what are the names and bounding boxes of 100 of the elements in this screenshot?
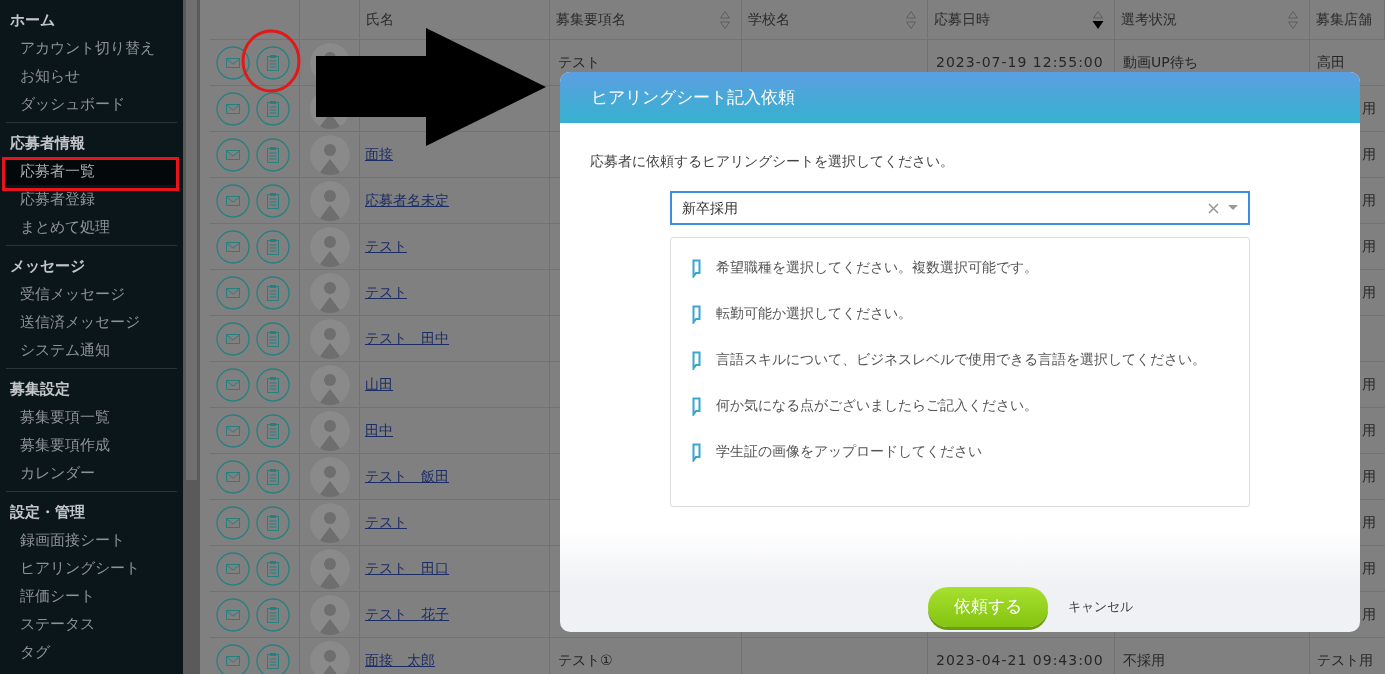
avatar-icon — [309, 226, 350, 267]
mail-button[interactable] — [216, 367, 250, 402]
sidebar-item[interactable]: ヒアリングシート — [6, 554, 177, 582]
avatar-icon — [309, 318, 350, 359]
clipboard-button[interactable] — [256, 91, 290, 126]
question-text: 学生証の画像をアップロードしてください — [716, 442, 982, 461]
question-text: 言語スキルについて、ビジネスレベルで使用できる言語を選択してください。 — [716, 350, 1206, 369]
clear-icon[interactable] — [1208, 202, 1219, 214]
clipboard-button[interactable] — [256, 45, 290, 80]
speech-bubble-icon — [692, 305, 701, 324]
table-cell-text: 用 — [1362, 145, 1376, 164]
avatar-icon — [309, 502, 350, 543]
applicant-link[interactable]: 面接 — [365, 144, 393, 165]
sheet-select[interactable]: 新卒採用 — [670, 191, 1250, 225]
table-cell-text: 用 — [1362, 467, 1376, 486]
speech-bubble-icon — [692, 443, 701, 462]
clipboard-button[interactable] — [256, 367, 290, 402]
column-header[interactable]: 募集要項名 — [556, 9, 626, 30]
sidebar-item[interactable]: 評価シート — [6, 582, 177, 610]
mail-button[interactable] — [216, 137, 250, 172]
column-header[interactable]: 募集店舗 — [1316, 9, 1372, 30]
table-cell-text: 用 — [1362, 559, 1376, 578]
sidebar-item[interactable]: タグ — [6, 638, 177, 666]
table-cell-text: 動画UP待ち — [1123, 53, 1198, 72]
table-cell-text: 用 — [1362, 237, 1376, 256]
mail-button[interactable] — [216, 597, 250, 632]
sidebar-item[interactable]: システム通知 — [6, 336, 177, 364]
mail-button[interactable] — [216, 643, 250, 674]
column-header[interactable]: 応募日時 — [934, 9, 990, 30]
applicant-link[interactable]: テスト 田中 — [365, 328, 449, 349]
table-cell-text: テスト① — [558, 651, 613, 670]
sidebar-item[interactable]: 録画面接シート — [6, 526, 177, 554]
avatar-icon — [309, 180, 350, 221]
table-cell-text: 用 — [1362, 605, 1376, 624]
sidebar-item[interactable]: 応募者登録 — [6, 185, 177, 213]
sidebar-item[interactable]: アカウント切り替え — [6, 34, 177, 62]
mail-button[interactable] — [216, 321, 250, 356]
mail-button[interactable] — [216, 183, 250, 218]
mail-button[interactable] — [216, 229, 250, 264]
clipboard-button[interactable] — [256, 459, 290, 494]
column-header[interactable]: 学校名 — [748, 9, 790, 30]
instruction-text: 応募者に依頼するヒアリングシートを選択してください。 — [590, 152, 954, 171]
mail-button[interactable] — [216, 413, 250, 448]
mail-button[interactable] — [216, 459, 250, 494]
clipboard-button[interactable] — [256, 275, 290, 310]
speech-bubble-icon — [692, 351, 701, 370]
caret-icon[interactable] — [1228, 205, 1238, 211]
applicant-link[interactable]: テスト 飯田 — [365, 466, 449, 487]
question-text: 希望職種を選択してください。複数選択可能です。 — [716, 258, 1038, 277]
table-cell-text: 高田 — [1317, 53, 1345, 72]
column-header[interactable]: 選考状況 — [1121, 9, 1177, 30]
section-heading: 募集設定 — [9, 379, 71, 400]
avatar-icon — [309, 594, 350, 635]
sidebar-item[interactable]: 募集要項一覧 — [6, 403, 177, 431]
avatar-icon — [309, 364, 350, 405]
clipboard-button[interactable] — [256, 229, 290, 264]
clipboard-button[interactable] — [256, 551, 290, 586]
avatar-icon — [309, 272, 350, 313]
section-heading: ホーム — [9, 10, 56, 31]
mail-button[interactable] — [216, 91, 250, 126]
clipboard-button[interactable] — [256, 597, 290, 632]
mail-button[interactable] — [216, 505, 250, 540]
question-text: 何か気になる点がございましたらご記入ください。 — [716, 396, 1038, 415]
sort-icon[interactable] — [1092, 9, 1104, 30]
applicant-link[interactable]: テスト — [365, 282, 407, 303]
table-cell-text: 用 — [1362, 99, 1376, 118]
section-heading: メッセージ — [9, 256, 86, 277]
applicant-link[interactable]: 田中 — [365, 420, 393, 441]
clipboard-button[interactable] — [256, 505, 290, 540]
table-cell-text: 用 — [1362, 191, 1376, 210]
applicant-link[interactable]: テスト — [365, 512, 407, 533]
mail-button[interactable] — [216, 275, 250, 310]
applicant-link[interactable]: 山田 — [365, 374, 393, 395]
mail-button[interactable] — [216, 551, 250, 586]
avatar-icon — [309, 548, 350, 589]
clipboard-button[interactable] — [256, 183, 290, 218]
sidebar-item[interactable]: 受信メッセージ — [6, 280, 177, 308]
applicant-link[interactable]: テスト 花子 — [365, 604, 449, 625]
table-cell-text: 2023-04-21 09:43:00 — [936, 651, 1104, 670]
clipboard-button[interactable] — [256, 137, 290, 172]
clipboard-button[interactable] — [256, 413, 290, 448]
sidebar-item[interactable]: 募集要項作成 — [6, 431, 177, 459]
avatar-icon — [309, 134, 350, 175]
applicant-link[interactable]: テスト 田口 — [365, 558, 449, 579]
highlight-circle — [240, 28, 302, 94]
sidebar-item[interactable]: カレンダー — [6, 459, 177, 487]
clipboard-button[interactable] — [256, 321, 290, 356]
cancel-link[interactable]: キャンセル — [1067, 587, 1133, 627]
applicant-link[interactable]: 面接 太郎 — [365, 650, 435, 671]
sidebar-item[interactable]: ステータス — [6, 610, 177, 638]
sidebar-item[interactable]: 送信済メッセージ — [6, 308, 177, 336]
applicant-link[interactable]: 応募者名未定 — [365, 190, 449, 211]
sidebar-item[interactable]: お知らせ — [6, 62, 177, 90]
applicant-link[interactable]: テスト — [365, 236, 407, 257]
sidebar-item[interactable]: ダッシュボード — [6, 90, 177, 118]
table-cell-text: テスト — [558, 53, 600, 72]
column-header[interactable]: 氏名 — [366, 9, 394, 30]
clipboard-button[interactable] — [256, 643, 290, 674]
sidebar-item[interactable]: まとめて処理 — [6, 213, 177, 241]
mail-button[interactable] — [216, 45, 250, 80]
